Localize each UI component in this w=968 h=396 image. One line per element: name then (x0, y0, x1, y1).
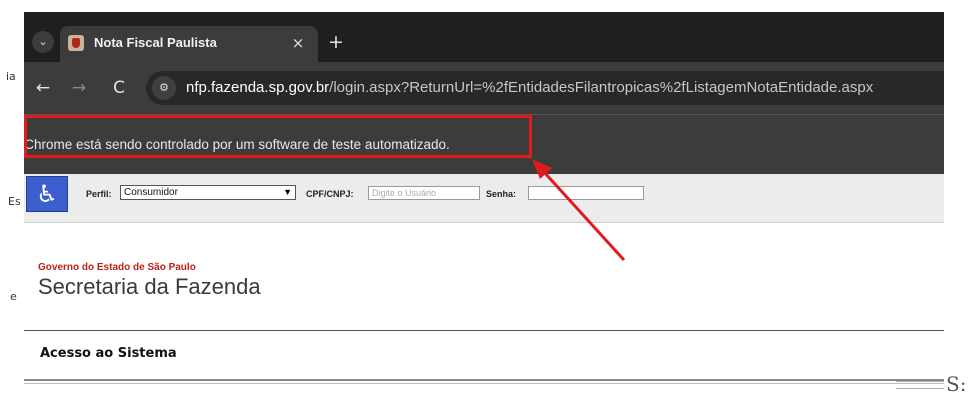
background-text: e (10, 290, 17, 303)
background-text: S: (946, 372, 967, 396)
annotation-arrow (532, 159, 626, 262)
browser-window: ⌄ Nota Fiscal Paulista × + ← → C ⚙ nfp.f… (24, 12, 944, 384)
background-strip: ia Es e (0, 0, 24, 394)
background-text: Es (8, 195, 21, 208)
background-lines (896, 381, 944, 389)
background-text: ia (6, 70, 16, 83)
